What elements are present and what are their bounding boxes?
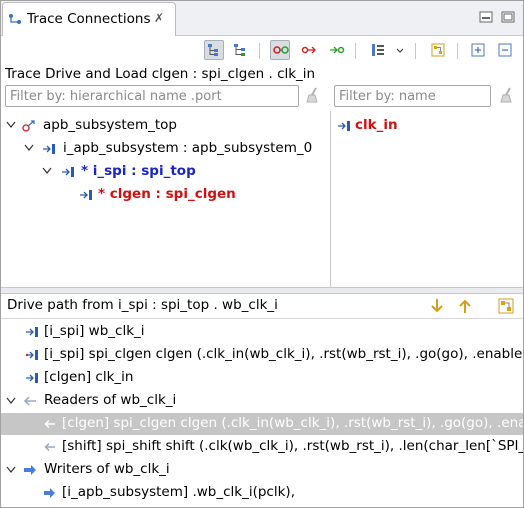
- clear-filter-icon[interactable]: [499, 87, 515, 103]
- input-port-icon: [26, 373, 38, 383]
- input-port-icon: [338, 121, 350, 131]
- view-tab-title: Trace Connections: [27, 11, 151, 27]
- name-filter-input[interactable]: [335, 86, 490, 106]
- trace-toolbar: [1, 36, 523, 66]
- trace-title: Trace Drive and Load clgen : spi_clgen .…: [5, 66, 316, 82]
- tree-item-label: apb_subsystem_top: [43, 117, 177, 133]
- trace-drivers-button[interactable]: [298, 40, 318, 60]
- toolbar-separator: [415, 43, 416, 59]
- collapse-all-button[interactable]: [495, 40, 515, 60]
- expand-all-icon: [471, 43, 485, 57]
- tree-item-label: i_apb_subsystem : apb_subsystem_0: [63, 140, 313, 156]
- sash[interactable]: [1, 287, 523, 294]
- path-row[interactable]: [i_spi] spi_clgen clgen (.clk_in(wb_clk_…: [1, 344, 523, 366]
- path-row[interactable]: [i_apb_subsystem] .wb_clk_i(pclk),: [1, 482, 523, 504]
- path-row-label: [clgen] spi_clgen clgen (.clk_in(wb_clk_…: [62, 415, 523, 431]
- input-port-icon: [26, 327, 38, 337]
- tree-item[interactable]: apb_subsystem_top: [1, 116, 330, 136]
- maximize-icon[interactable]: [501, 11, 515, 23]
- trace-connections-view: Trace Connections ✗ Trace Drive and Load…: [0, 0, 524, 508]
- tree-item[interactable]: * clgen : spi_clgen: [1, 185, 330, 205]
- path-row-label: Readers of wb_clk_i: [44, 392, 177, 408]
- path-row-label: [shift] spi_shift shift (.clk(wb_clk_i),…: [62, 438, 523, 454]
- tree-item-label: * i_spi : spi_top: [81, 163, 196, 179]
- minimize-icon[interactable]: [479, 11, 493, 23]
- path-row-label: [clgen] clk_in: [44, 369, 134, 385]
- expanded-twisty-icon[interactable]: [42, 166, 52, 176]
- drive-path-header: Drive path from i_spi : spi_top . wb_clk…: [1, 294, 523, 319]
- hierarchy-view-icon: [208, 44, 218, 56]
- hierarchy-filter-input[interactable]: [6, 86, 298, 106]
- tree-item-label: * clgen : spi_clgen: [98, 186, 236, 202]
- clear-filter-icon[interactable]: [305, 87, 321, 103]
- expand-all-button[interactable]: [468, 40, 488, 60]
- toolbar-separator: [457, 43, 458, 59]
- hierarchy-tree: apb_subsystem_top i_apb_subsystem : apb_…: [1, 111, 330, 287]
- tree-item[interactable]: * i_spi : spi_top: [1, 162, 330, 182]
- name-filter-field[interactable]: [334, 85, 491, 107]
- layout-menu-button[interactable]: [368, 40, 388, 60]
- path-row[interactable]: [i_spi] wb_clk_i: [1, 321, 523, 343]
- layout-dropdown-button[interactable]: [393, 40, 407, 60]
- show-port-icon: [431, 43, 445, 57]
- expanded-twisty-icon[interactable]: [24, 143, 34, 153]
- expanded-twisty-icon[interactable]: [6, 120, 16, 130]
- toolbar-separator: [355, 43, 356, 59]
- path-row-selected[interactable]: [clgen] spi_clgen clgen (.clk_in(wb_clk_…: [1, 413, 523, 435]
- hierarchy-view-button[interactable]: [204, 40, 224, 60]
- trace-loads-button[interactable]: [326, 40, 346, 60]
- writers-arrow-icon: [24, 465, 36, 475]
- trace-both-icon: [273, 46, 289, 54]
- close-icon[interactable]: ✗: [154, 11, 164, 25]
- trace-loads-icon: [330, 46, 345, 54]
- show-port-icon[interactable]: [497, 297, 515, 315]
- path-row-label: [i_apb_subsystem] .wb_clk_i(pclk),: [62, 484, 295, 500]
- instance-port-icon: [25, 350, 38, 360]
- move-down-icon[interactable]: [428, 297, 446, 315]
- port-item[interactable]: clk_in: [331, 116, 523, 136]
- port-list: clk_in: [331, 111, 523, 287]
- view-tab-bar: Trace Connections ✗: [1, 1, 523, 36]
- path-row-label: [i_spi] spi_clgen clgen (.clk_in(wb_clk_…: [44, 346, 523, 362]
- hierarchy-filter-field[interactable]: [5, 85, 299, 107]
- trace-connections-icon: [8, 12, 22, 26]
- path-row-label: [i_spi] wb_clk_i: [44, 323, 145, 339]
- instance-icon: [62, 167, 74, 177]
- dropdown-icon: [396, 48, 404, 53]
- expanded-twisty-icon[interactable]: [6, 396, 16, 406]
- show-port-button[interactable]: [428, 40, 448, 60]
- move-up-icon[interactable]: [456, 297, 474, 315]
- view-tab[interactable]: Trace Connections ✗: [2, 2, 176, 36]
- path-row[interactable]: [clgen] clk_in: [1, 367, 523, 389]
- writer-arrow-icon: [44, 488, 55, 498]
- readers-arrow-icon: [23, 396, 36, 406]
- top-module-icon: [22, 120, 35, 132]
- reader-arrow-icon: [44, 419, 55, 429]
- tree-item[interactable]: i_apb_subsystem : apb_subsystem_0: [1, 139, 330, 159]
- trace-drivers-icon: [301, 46, 316, 54]
- instance-icon: [43, 144, 55, 154]
- instance-icon: [80, 190, 92, 200]
- drive-path-list: [i_spi] wb_clk_i [i_spi] spi_clgen clgen…: [1, 319, 523, 507]
- writers-group-row[interactable]: Writers of wb_clk_i: [1, 459, 523, 481]
- flat-view-icon: [234, 44, 245, 56]
- toolbar-separator: [259, 43, 260, 59]
- layout-menu-icon: [372, 44, 384, 56]
- path-row[interactable]: [shift] spi_shift shift (.clk(wb_clk_i),…: [1, 436, 523, 458]
- expanded-twisty-icon[interactable]: [6, 465, 16, 475]
- drive-path-title: Drive path from i_spi : spi_top . wb_clk…: [7, 297, 278, 313]
- collapse-all-icon: [498, 43, 512, 57]
- path-row-label: Writers of wb_clk_i: [44, 461, 170, 477]
- port-item-label: clk_in: [355, 117, 398, 133]
- flat-view-button[interactable]: [230, 40, 250, 60]
- trace-both-button[interactable]: [270, 40, 290, 60]
- reader-arrow-icon: [44, 442, 55, 452]
- readers-group-row[interactable]: Readers of wb_clk_i: [1, 390, 523, 412]
